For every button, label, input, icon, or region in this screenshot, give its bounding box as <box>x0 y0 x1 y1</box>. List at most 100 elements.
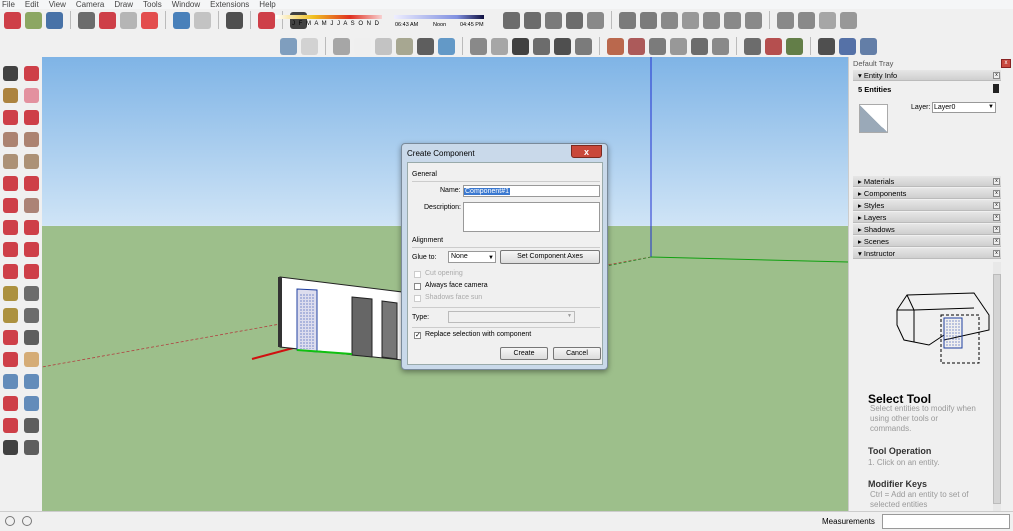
top-view-icon[interactable] <box>301 37 318 55</box>
left-icon[interactable] <box>575 37 592 55</box>
panel-close-icon[interactable]: x <box>993 202 1000 209</box>
plant-icon[interactable] <box>840 11 857 29</box>
panel-close-icon[interactable]: x <box>993 226 1000 233</box>
undo-icon[interactable] <box>173 11 190 29</box>
front-icon[interactable] <box>533 37 550 55</box>
geolocation-icon[interactable] <box>5 516 15 526</box>
teapot-icon[interactable] <box>524 11 541 29</box>
select-icon[interactable] <box>3 65 18 81</box>
panel-components-header[interactable]: ▸ Components x <box>853 188 1001 199</box>
lock-icon[interactable] <box>587 11 604 29</box>
grad-cap-icon[interactable] <box>619 11 636 29</box>
iso-house-icon[interactable] <box>470 37 487 55</box>
print-icon[interactable] <box>226 11 243 29</box>
eraser-icon[interactable] <box>24 87 39 103</box>
menu-extensions[interactable]: Extensions <box>210 0 249 9</box>
arc2-icon[interactable] <box>24 175 39 191</box>
month-slider-track[interactable] <box>276 15 382 19</box>
zoom-extents-icon[interactable] <box>3 395 18 411</box>
protractor-icon[interactable] <box>3 307 18 323</box>
material-swatch[interactable] <box>859 104 888 133</box>
share-icon[interactable] <box>786 37 803 55</box>
shadows-face-sun-checkbox[interactable] <box>414 295 421 302</box>
wall-model[interactable] <box>278 276 403 361</box>
paste-icon[interactable] <box>120 11 137 29</box>
lock-icon[interactable] <box>993 84 999 93</box>
panel-close-icon[interactable]: x <box>993 178 1000 185</box>
new-icon[interactable] <box>4 11 21 29</box>
tray-close-button[interactable]: x <box>1001 59 1011 68</box>
stamp-icon[interactable] <box>649 37 666 55</box>
flip-edge-icon[interactable] <box>712 37 729 55</box>
menu-draw[interactable]: Draw <box>114 0 133 9</box>
copy-icon[interactable] <box>99 11 116 29</box>
push-pull-icon[interactable] <box>24 219 39 235</box>
erase-icon[interactable] <box>141 11 158 29</box>
sunset-icon[interactable] <box>745 11 762 29</box>
rotate-tool-icon[interactable] <box>3 241 18 257</box>
prev-view-icon[interactable] <box>24 395 39 411</box>
monitor-icon[interactable] <box>566 11 583 29</box>
fog-icon[interactable] <box>777 11 794 29</box>
menu-file[interactable]: File <box>2 0 15 9</box>
time-slider-track[interactable] <box>394 15 484 19</box>
smoove-icon[interactable] <box>670 37 687 55</box>
menu-edit[interactable]: Edit <box>25 0 39 9</box>
panel-close-icon[interactable]: x <box>993 190 1000 197</box>
zoom-window-icon[interactable] <box>24 373 39 389</box>
move-icon[interactable] <box>3 219 18 235</box>
rotated-rect-icon[interactable] <box>24 131 39 147</box>
panel-scenes-header[interactable]: ▸ Scenes x <box>853 236 1001 247</box>
torch-icon[interactable] <box>703 11 720 29</box>
walk-tool-icon[interactable] <box>3 439 18 455</box>
create-button[interactable]: Create <box>500 347 548 360</box>
cut-icon[interactable] <box>78 11 95 29</box>
pie-icon[interactable] <box>3 197 18 213</box>
look-around-icon[interactable] <box>860 37 877 55</box>
description-input[interactable] <box>463 202 600 232</box>
cancel-button[interactable]: Cancel <box>553 347 601 360</box>
menu-tools[interactable]: Tools <box>143 0 162 9</box>
rotate-icon[interactable] <box>744 37 761 55</box>
position-camera-icon[interactable] <box>818 37 835 55</box>
xray-style-icon[interactable] <box>333 37 350 55</box>
monochrome-icon[interactable] <box>438 37 455 55</box>
rectangle-icon[interactable] <box>3 131 18 147</box>
menu-window[interactable]: Window <box>172 0 200 9</box>
home-icon[interactable] <box>512 37 529 55</box>
shaded-icon[interactable] <box>396 37 413 55</box>
replace-selection-checkbox[interactable]: ✓ <box>414 332 421 339</box>
panel-materials-header[interactable]: ▸ Materials x <box>853 176 1001 187</box>
dimension-icon[interactable] <box>24 285 39 301</box>
type-select[interactable]: ▼ <box>448 311 575 323</box>
camera-icon[interactable] <box>545 11 562 29</box>
look-around-tool-icon[interactable] <box>24 417 39 433</box>
panel-styles-header[interactable]: ▸ Styles x <box>853 200 1001 211</box>
sandbox-icon[interactable] <box>607 37 624 55</box>
menu-view[interactable]: View <box>49 0 66 9</box>
terrain-icon[interactable] <box>798 11 815 29</box>
pencil-icon[interactable] <box>682 11 699 29</box>
geo-icon[interactable] <box>640 11 657 29</box>
pan-icon[interactable] <box>24 351 39 367</box>
glue-select[interactable]: None ▼ <box>448 251 496 263</box>
freehand-icon[interactable] <box>24 109 39 125</box>
panel-close-icon[interactable]: x <box>993 72 1000 79</box>
section-plane-icon[interactable] <box>24 439 39 455</box>
panel-close-icon[interactable]: x <box>993 238 1000 245</box>
credits-icon[interactable] <box>22 516 32 526</box>
panel-close-icon[interactable]: x <box>993 250 1000 257</box>
cut-opening-checkbox[interactable] <box>414 271 421 278</box>
xray-icon[interactable] <box>503 11 520 29</box>
open-icon[interactable] <box>25 11 42 29</box>
add-detail-icon[interactable] <box>691 37 708 55</box>
iso-view-icon[interactable] <box>280 37 297 55</box>
polygon-icon[interactable] <box>24 153 39 169</box>
close-button[interactable]: x <box>571 145 602 158</box>
save-icon[interactable] <box>46 11 63 29</box>
circle-icon[interactable] <box>3 153 18 169</box>
door-icon[interactable] <box>491 37 508 55</box>
orbit-icon[interactable] <box>3 351 18 367</box>
always-face-camera-checkbox[interactable] <box>414 283 421 290</box>
wireframe-icon[interactable] <box>354 37 371 55</box>
